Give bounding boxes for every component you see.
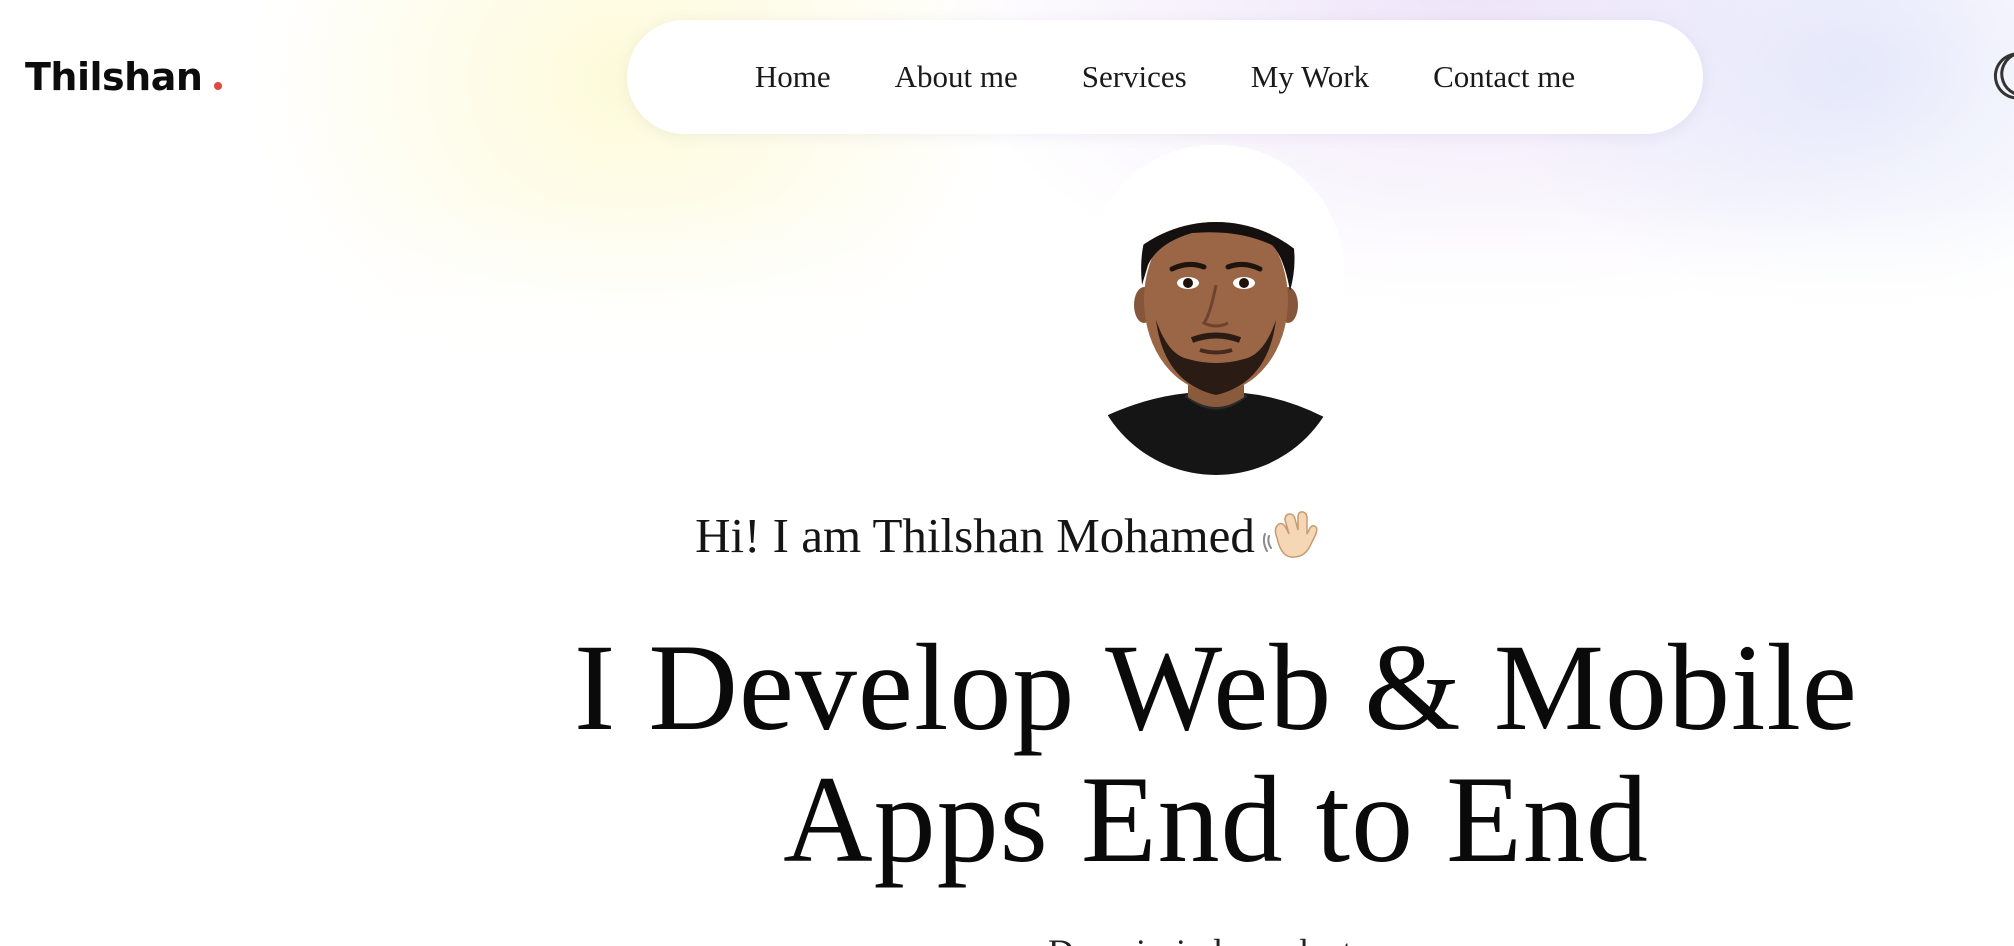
headline-line-1: I Develop Web & Mobile <box>574 619 1858 756</box>
profile-photo <box>1088 145 1344 475</box>
hero-subtitle: Domain-independent <box>0 930 2014 946</box>
moon-icon <box>1993 52 2014 100</box>
greeting-text: Hi! I am Thilshan Mohamed <box>695 508 1255 563</box>
hero-greeting: Hi! I am Thilshan Mohamed <box>0 506 2014 566</box>
avatar <box>1088 145 1344 475</box>
nav-item-my-work[interactable]: My Work <box>1251 59 1369 95</box>
brand-logo[interactable]: Thilshan <box>25 52 223 102</box>
nav-item-services[interactable]: Services <box>1082 59 1187 95</box>
brand-name: Thilshan <box>25 55 203 99</box>
brand-dot <box>214 82 223 90</box>
main-navigation: Home About me Services My Work Contact m… <box>627 20 1703 134</box>
theme-toggle-button[interactable] <box>1986 50 2014 102</box>
nav-item-about-me[interactable]: About me <box>895 59 1018 95</box>
nav-item-home[interactable]: Home <box>755 59 831 95</box>
headline-line-2: Apps End to End <box>783 751 1649 888</box>
nav-item-contact-me[interactable]: Contact me <box>1433 59 1575 95</box>
waving-hand-icon <box>1262 511 1318 558</box>
hero-headline: I Develop Web & Mobile Apps End to End <box>300 622 2014 886</box>
